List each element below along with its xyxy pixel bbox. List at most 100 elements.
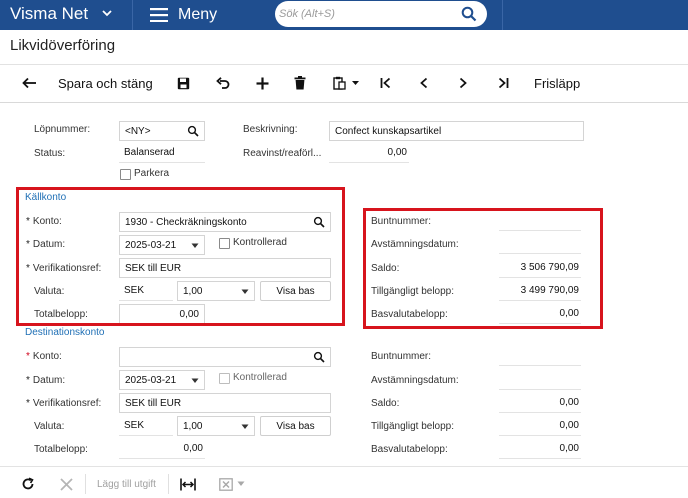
chevron-down-icon — [241, 424, 249, 429]
export-excel-button[interactable] — [219, 474, 245, 494]
destinationskonto-section-title: Destinationskonto — [25, 327, 105, 338]
parkera-checkbox[interactable] — [120, 169, 131, 180]
beskrivning-field[interactable]: Confect kunskapsartikel — [329, 121, 584, 141]
toolbar-divider — [0, 102, 688, 103]
dest-kurs-field[interactable]: 1,00 — [177, 416, 255, 436]
add-button[interactable] — [251, 72, 273, 94]
lopnummer-label: Löpnummer: — [34, 124, 91, 135]
next-icon — [459, 77, 467, 89]
add-expense-button[interactable]: Lägg till utgift — [97, 474, 156, 494]
search-input[interactable] — [279, 4, 449, 24]
refresh-button[interactable] — [21, 474, 35, 494]
dest-tillgangligt-value: 0,00 — [499, 416, 581, 436]
topbar-divider — [502, 0, 503, 30]
search-box — [275, 1, 487, 27]
dest-konto-field[interactable] — [119, 347, 331, 367]
chevron-down-icon — [237, 481, 245, 486]
dest-verref-value: SEK till EUR — [125, 397, 182, 409]
highlight-box-left — [16, 187, 345, 326]
chevron-down-icon — [351, 81, 359, 85]
release-label: Frisläpp — [534, 75, 581, 91]
cancel-button[interactable] — [60, 474, 73, 494]
last-button[interactable] — [492, 72, 514, 94]
chevron-down-icon[interactable] — [100, 6, 114, 20]
back-button[interactable] — [18, 72, 40, 94]
fit-columns-button[interactable] — [180, 474, 196, 494]
dest-valuta-value: SEK — [119, 416, 173, 436]
dest-buntnummer-label: Buntnummer: — [371, 351, 432, 362]
delete-icon — [294, 76, 306, 90]
dest-basvaluta-label: Basvalutabelopp: — [371, 444, 448, 455]
next-button[interactable] — [452, 72, 474, 94]
dest-basvaluta-value: 0,00 — [499, 439, 581, 459]
fit-columns-icon — [180, 478, 196, 490]
dest-avstamning-value — [499, 370, 581, 390]
dest-avstamning-label: Avstämningsdatum: — [371, 375, 459, 386]
brand-name[interactable]: Visma Net — [10, 4, 88, 24]
dest-konto-label: * Konto: — [26, 351, 62, 362]
last-icon — [498, 77, 509, 89]
export-excel-icon — [219, 477, 233, 491]
delete-button[interactable] — [289, 72, 311, 94]
search-icon[interactable] — [313, 351, 325, 363]
dest-valuta-label: Valuta: — [34, 421, 65, 432]
release-button[interactable]: Frisläpp — [534, 72, 580, 94]
search-icon[interactable] — [461, 6, 477, 22]
highlight-box-right — [363, 208, 603, 329]
undo-button[interactable] — [212, 72, 234, 94]
dest-kurs-value: 1,00 — [183, 420, 203, 432]
reavinst-value: 0,00 — [329, 143, 409, 163]
dest-tillgangligt-label: Tillgängligt belopp: — [371, 421, 455, 432]
search-icon[interactable] — [187, 125, 199, 137]
undo-icon — [216, 77, 230, 89]
lopnummer-value: <NY> — [125, 125, 151, 137]
lopnummer-field[interactable]: <NY> — [119, 121, 205, 141]
dest-datum-label: * Datum: — [26, 375, 66, 386]
previous-button[interactable] — [413, 72, 435, 94]
first-icon — [380, 77, 391, 89]
hamburger-icon — [150, 8, 168, 22]
dest-verref-field[interactable]: SEK till EUR — [119, 393, 331, 413]
dest-totalbelopp-value: 0,00 — [119, 439, 205, 459]
menu-button[interactable]: Meny — [150, 4, 217, 26]
beskrivning-label: Beskrivning: — [243, 124, 298, 135]
dest-saldo-label: Saldo: — [371, 398, 400, 409]
chevron-down-icon — [191, 378, 199, 383]
back-arrow-icon — [22, 77, 36, 89]
dest-kontrollerad-checkbox[interactable] — [219, 373, 230, 384]
save-close-label: Spara och stäng — [58, 75, 153, 91]
reavinst-label: Reavinst/reaförl... — [243, 148, 322, 159]
parkera-label: Parkera — [134, 168, 170, 179]
title-divider — [0, 64, 688, 65]
dest-datum-value: 2025-03-21 — [125, 374, 177, 386]
topbar-divider — [132, 0, 133, 30]
refresh-icon — [22, 477, 34, 490]
dest-buntnummer-value — [499, 346, 581, 366]
dest-totalbelopp-label: Totalbelopp: — [34, 444, 88, 455]
save-icon — [177, 77, 189, 89]
status-label: Status: — [34, 148, 66, 159]
save-close-button[interactable]: Spara och stäng — [58, 72, 153, 94]
previous-icon — [420, 77, 428, 89]
dest-datum-field[interactable]: 2025-03-21 — [119, 370, 205, 390]
copy-paste-icon — [332, 76, 346, 90]
close-icon — [60, 477, 73, 491]
add-expense-label: Lägg till utgift — [97, 478, 156, 490]
first-button[interactable] — [375, 72, 397, 94]
bottom-divider — [0, 466, 688, 467]
save-button[interactable] — [172, 72, 194, 94]
dest-visa-bas-button[interactable]: Visa bas — [260, 416, 331, 436]
bottom-toolbar-separator — [168, 474, 169, 494]
dest-saldo-value: 0,00 — [499, 393, 581, 413]
toolbar: Spara och stäng Frisläpp — [0, 66, 688, 100]
status-value: Balanserad — [119, 143, 205, 163]
bottom-toolbar-separator — [85, 474, 86, 494]
copy-paste-button[interactable] — [330, 72, 362, 94]
page-title: Likvidöverföring — [10, 37, 116, 54]
dest-kontrollerad-label: Kontrollerad — [233, 372, 287, 383]
dest-verref-label: * Verifikationsref: — [26, 398, 102, 409]
add-icon — [256, 77, 268, 89]
beskrivning-value: Confect kunskapsartikel — [335, 125, 442, 137]
menu-label: Meny — [178, 6, 218, 23]
top-bar: Visma Net Meny — [0, 0, 688, 30]
